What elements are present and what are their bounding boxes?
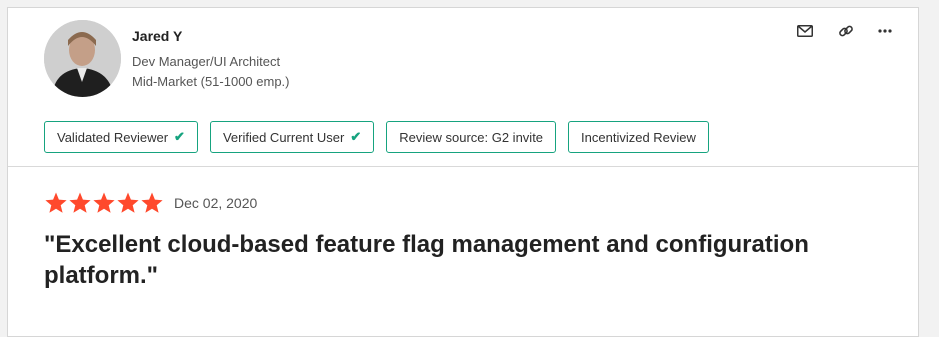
mail-icon[interactable]: [793, 20, 817, 42]
review-header: Jared Y Dev Manager/UI Architect Mid-Mar…: [8, 8, 918, 167]
avatar: [44, 20, 121, 97]
star-icon: [141, 192, 163, 213]
check-icon: ✔: [174, 129, 185, 144]
badge-label: Validated Reviewer: [57, 129, 169, 145]
more-icon[interactable]: [873, 20, 897, 42]
badge-label: Review source: G2 invite: [399, 129, 544, 145]
badge-label: Verified Current User: [222, 129, 345, 145]
review-card: Jared Y Dev Manager/UI Architect Mid-Mar…: [7, 7, 919, 337]
review-title: "Excellent cloud-based feature flag mana…: [44, 231, 809, 289]
badge-review-source[interactable]: Review source: G2 invite: [386, 121, 557, 153]
check-icon: ✔: [350, 129, 362, 144]
reviewer-name[interactable]: Jared Y: [132, 28, 182, 44]
badge-verified-current-user[interactable]: Verified Current User ✔: [209, 121, 375, 153]
link-icon[interactable]: [834, 20, 858, 42]
star-icon: [69, 192, 91, 213]
review-date: Dec 02, 2020: [174, 195, 258, 211]
star-icon: [45, 192, 67, 213]
star-rating: [44, 191, 164, 215]
badge-validated-reviewer[interactable]: Validated Reviewer ✔: [44, 121, 198, 153]
star-icon: [93, 192, 115, 213]
badge-incentivized-review[interactable]: Incentivized Review: [568, 121, 709, 153]
star-icon: [117, 192, 139, 213]
reviewer-role: Dev Manager/UI Architect: [132, 54, 281, 69]
badge-list: Validated Reviewer ✔ Verified Current Us…: [44, 121, 709, 153]
reviewer-segment: Mid-Market (51-1000 emp.): [132, 74, 290, 89]
badge-label: Incentivized Review: [581, 129, 696, 145]
